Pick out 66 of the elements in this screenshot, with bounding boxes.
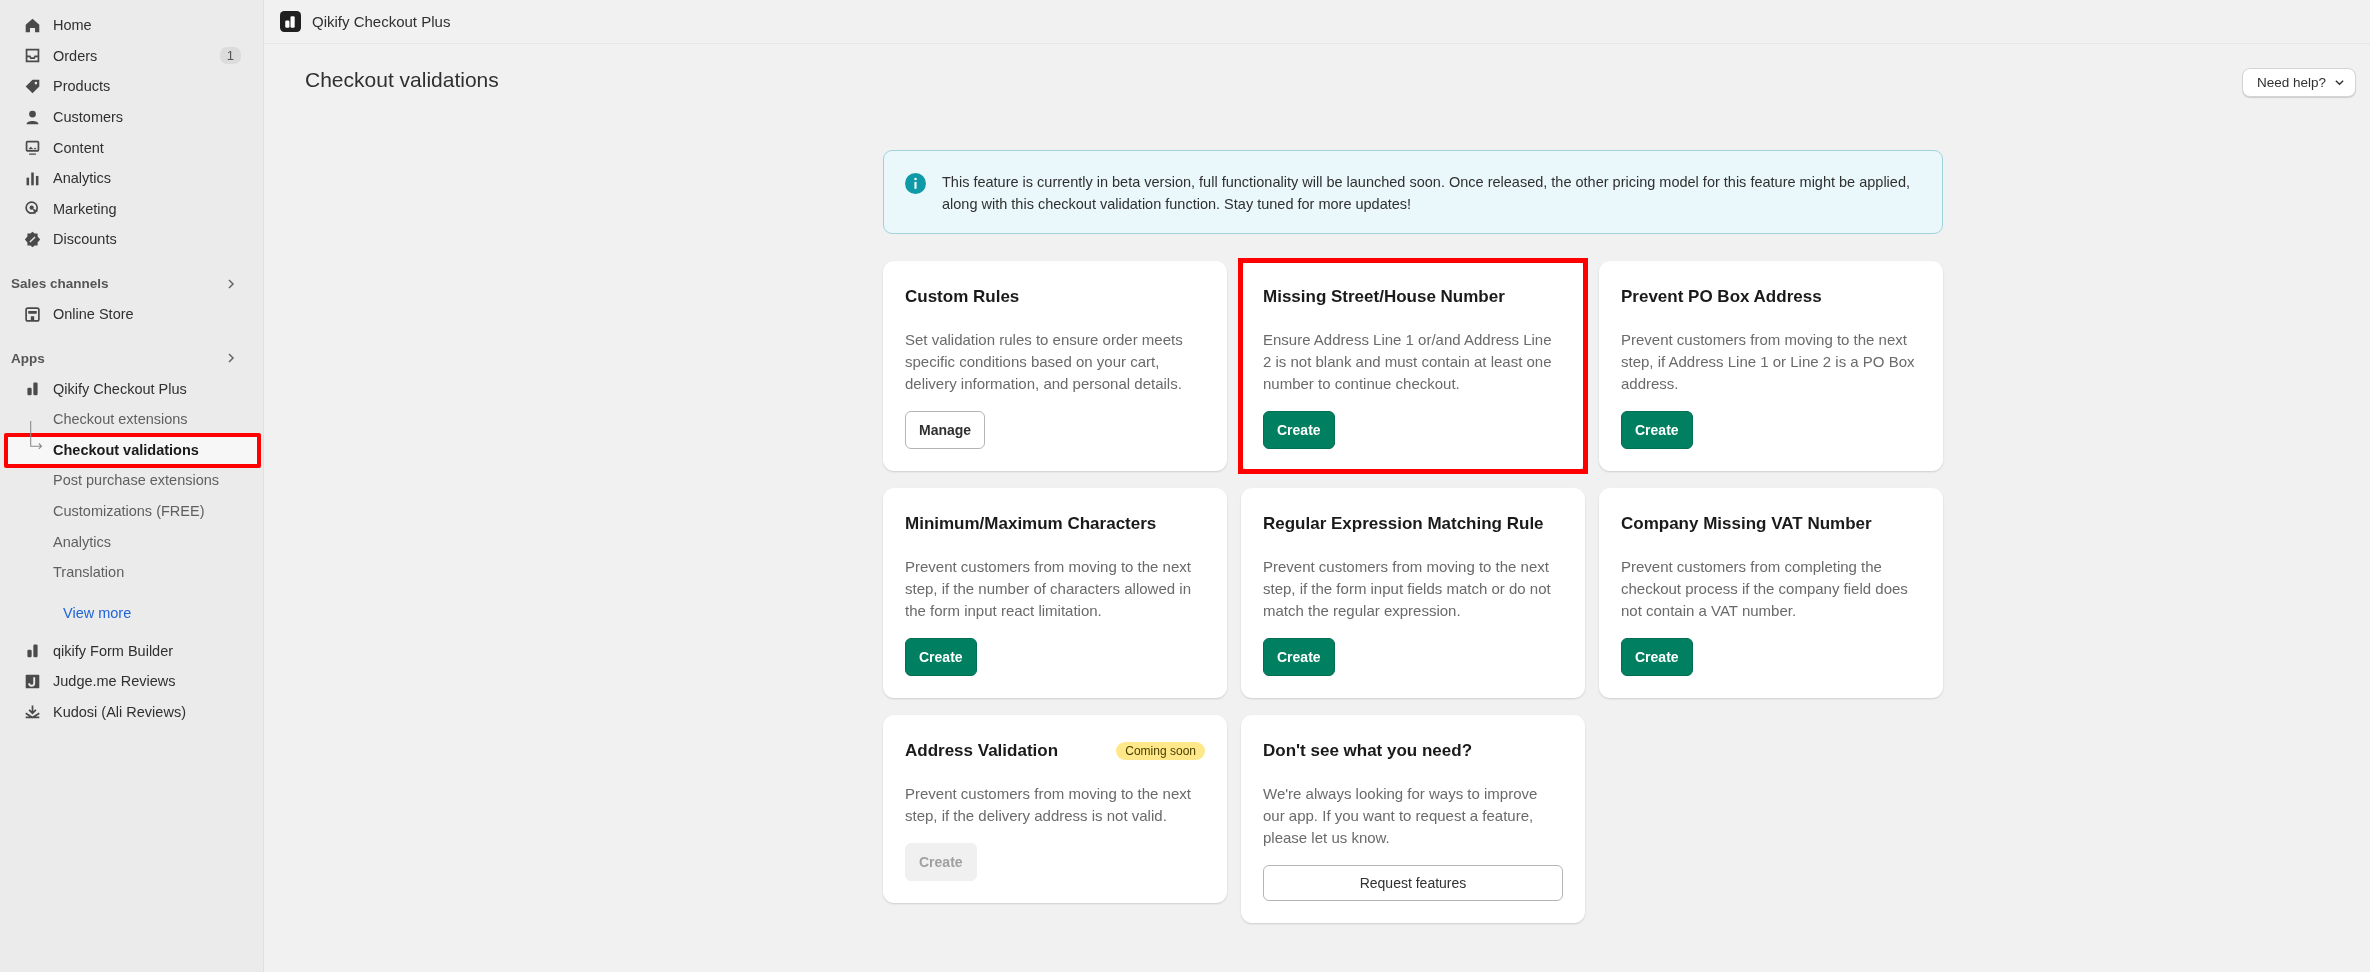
chevron-right-icon xyxy=(225,277,237,290)
nav-item[interactable]: Customers xyxy=(10,101,253,133)
nav-item[interactable]: Orders 1 xyxy=(10,40,253,72)
card-description: Prevent customers from moving to the next step, if Address Line 1 or Line 2 is a PO Box address. xyxy=(1621,330,1916,394)
j-logo-icon xyxy=(24,672,41,690)
app-logo-icon xyxy=(24,642,41,660)
nav-item[interactable]: Discounts xyxy=(10,224,253,255)
sub-nav-item[interactable]: Checkout validations xyxy=(53,441,199,458)
view-more-link[interactable]: View more xyxy=(10,597,253,628)
app-item[interactable]: Kudosi (Ali Reviews) xyxy=(10,696,253,728)
sub-nav-item[interactable]: Post purchase extensions xyxy=(53,472,220,489)
card-title: Missing Street/House Number xyxy=(1263,287,1505,307)
card-description: Set validation rules to ensure order meets specific conditions based on your cart, delivery information, and personal details. xyxy=(905,330,1184,394)
app-item[interactable]: Qikify Checkout Plus xyxy=(10,373,253,404)
banner-text: This feature is currently in beta version, full functionality will be launched soon. Once released, the other pricing model for this feature might be applied, along with this checkout validation function. Stay tuned for more updates! xyxy=(942,173,1911,214)
section-heading: Apps xyxy=(11,350,45,366)
nav-item[interactable]: Online Store xyxy=(10,298,253,330)
card-title: Prevent PO Box Address xyxy=(1621,287,1822,307)
card-title: Address Validation xyxy=(905,741,1059,761)
inbox-icon xyxy=(24,47,41,65)
app-title: Qikify Checkout Plus xyxy=(312,13,451,30)
download-tray-icon xyxy=(24,703,41,721)
create-button[interactable]: Create xyxy=(1621,638,1693,676)
nav-item[interactable]: Content xyxy=(10,132,253,163)
nav-item[interactable]: Home xyxy=(10,10,253,41)
card-title: Minimum/Maximum Characters xyxy=(905,514,1157,534)
request-features-button[interactable]: Request features xyxy=(1263,865,1563,901)
status-badge: Coming soon xyxy=(1116,742,1205,760)
section-heading: Sales channels xyxy=(11,276,109,292)
create-button[interactable]: Create xyxy=(1263,638,1335,676)
card-title: Company Missing VAT Number xyxy=(1621,514,1872,534)
discount-icon xyxy=(24,230,41,248)
sub-nav-item[interactable]: Customizations (FREE) xyxy=(53,503,205,519)
image-icon xyxy=(24,139,41,157)
create-button[interactable]: Create xyxy=(1621,411,1693,449)
sub-nav-item[interactable]: Checkout extensions xyxy=(53,411,188,428)
sub-nav-item[interactable]: Analytics xyxy=(53,533,112,550)
create-button[interactable]: Create xyxy=(1263,411,1335,449)
info-icon xyxy=(905,173,926,194)
sub-nav-item[interactable]: Translation xyxy=(53,564,125,581)
nav-item[interactable]: Analytics xyxy=(10,162,253,194)
tag-icon xyxy=(24,78,41,95)
app-logo-icon xyxy=(24,380,41,398)
app-item[interactable]: Judge.me Reviews xyxy=(10,666,253,697)
card-description: We're always looking for ways to improve our app. If you want to request a feature, please let us know. xyxy=(1263,784,1539,848)
card-title: Regular Expression Matching Rule xyxy=(1263,514,1544,534)
create-button[interactable]: Create xyxy=(905,638,977,676)
card-description: Prevent customers from moving to the next step, if the number of characters allowed in the form input react limitation. xyxy=(905,557,1192,621)
card-title: Custom Rules xyxy=(905,287,1020,307)
store-icon xyxy=(24,305,41,323)
help-button[interactable]: Need help? xyxy=(2241,67,2356,97)
card-description: Prevent customers from moving to the next step, if the form input fields match or do not match the regular expression. xyxy=(1263,557,1552,621)
chevron-right-icon xyxy=(225,352,237,365)
page-title: Checkout validations xyxy=(305,68,499,93)
card-title: Don't see what you need? xyxy=(1263,741,1472,761)
card-description: Prevent customers from completing the checkout process if the company field does not contain a VAT number. xyxy=(1621,557,1909,621)
nav-item[interactable]: Marketing xyxy=(10,193,253,225)
card-description: Prevent customers from moving to the next step, if the delivery address is not valid. xyxy=(905,784,1192,826)
app-logo-icon xyxy=(280,11,301,32)
manage-button[interactable]: Manage xyxy=(905,411,986,449)
card-description: Ensure Address Line 1 or/and Address Line 2 is not blank and must contain at least one number to continue checkout. xyxy=(1263,330,1553,394)
person-icon xyxy=(24,108,41,126)
app-item[interactable]: qikify Form Builder xyxy=(10,635,253,667)
nav-item[interactable]: Products xyxy=(10,71,253,102)
home-icon xyxy=(24,16,41,34)
count-badge: 1 xyxy=(219,47,241,65)
